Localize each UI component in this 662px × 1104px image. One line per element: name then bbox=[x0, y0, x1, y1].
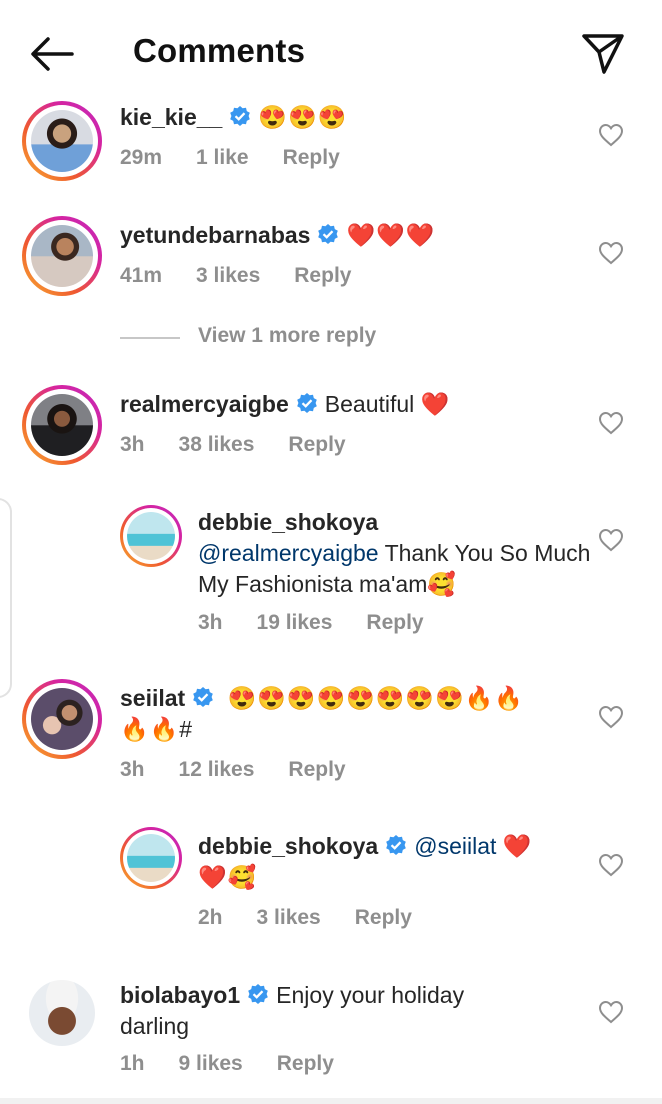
comment-emojis: ❤️ bbox=[502, 833, 532, 859]
reply-button[interactable]: Reply bbox=[288, 433, 345, 456]
comment-likes[interactable]: 12 likes bbox=[179, 758, 255, 781]
heart-icon[interactable] bbox=[598, 241, 624, 265]
avatar[interactable] bbox=[22, 385, 102, 465]
page-title: Comments bbox=[133, 32, 306, 69]
comment-likes[interactable]: 3 likes bbox=[257, 906, 321, 929]
edge-panel-handle[interactable] bbox=[0, 498, 12, 698]
avatar[interactable] bbox=[120, 505, 182, 567]
comment-text-line2: darling bbox=[120, 1013, 190, 1039]
comment-username[interactable]: debbie_shokoya bbox=[198, 833, 378, 859]
comment-text: Beautiful bbox=[324, 391, 415, 417]
heart-icon[interactable] bbox=[598, 123, 624, 147]
comment-time: 2h bbox=[198, 906, 223, 929]
reply-button[interactable]: Reply bbox=[283, 146, 340, 169]
comment-emojis: 😍😍😍😍😍😍😍😍🔥🔥 bbox=[227, 685, 524, 711]
comment-username[interactable]: yetundebarnabas bbox=[120, 222, 310, 248]
verified-badge-icon bbox=[230, 106, 251, 126]
comment-likes[interactable]: 9 likes bbox=[179, 1052, 243, 1075]
comment-username[interactable]: kie_kie__ bbox=[120, 104, 222, 130]
comment-time: 41m bbox=[120, 264, 163, 287]
verified-badge-icon bbox=[386, 835, 407, 855]
avatar[interactable] bbox=[22, 216, 102, 296]
comment-text: Enjoy your holiday bbox=[276, 982, 465, 1008]
bottom-divider bbox=[0, 1098, 662, 1104]
comment-emojis: 😍😍😍 bbox=[258, 104, 348, 130]
comment-emojis: 🥰 bbox=[427, 571, 456, 597]
comment-time: 3h bbox=[120, 758, 145, 781]
header: Comments bbox=[0, 0, 662, 100]
view-more-replies-label[interactable]: View 1 more reply bbox=[198, 324, 376, 348]
avatar[interactable] bbox=[22, 679, 102, 759]
comment-emojis: ❤️❤️❤️ bbox=[346, 222, 436, 248]
comment-time: 3h bbox=[120, 433, 145, 456]
verified-badge-icon bbox=[248, 984, 268, 1004]
comment-likes[interactable]: 19 likes bbox=[257, 611, 333, 634]
comment-username[interactable]: realmercyaigbe bbox=[120, 391, 289, 417]
comment-time: 1h bbox=[120, 1052, 145, 1075]
comment-likes[interactable]: 3 likes bbox=[196, 264, 260, 287]
reply-button[interactable]: Reply bbox=[366, 611, 423, 634]
reply-button[interactable]: Reply bbox=[288, 758, 345, 781]
avatar[interactable] bbox=[120, 827, 182, 889]
divider-line bbox=[120, 337, 180, 339]
mention-link[interactable]: @seiilat bbox=[414, 833, 496, 859]
comment-likes[interactable]: 38 likes bbox=[179, 433, 255, 456]
verified-badge-icon bbox=[193, 687, 214, 707]
comment-username[interactable]: biolabayo1 bbox=[120, 982, 240, 1008]
avatar[interactable] bbox=[22, 101, 102, 181]
verified-badge-icon bbox=[318, 224, 339, 244]
heart-icon[interactable] bbox=[598, 528, 624, 552]
reply-button[interactable]: Reply bbox=[294, 264, 351, 287]
comment-emojis-line2: 🔥🔥# bbox=[120, 716, 194, 742]
reply-button[interactable]: Reply bbox=[277, 1052, 334, 1075]
comment-time: 29m bbox=[120, 146, 163, 169]
arrow-left-icon[interactable] bbox=[28, 34, 76, 74]
heart-icon[interactable] bbox=[598, 1000, 624, 1024]
comment-likes[interactable]: 1 like bbox=[196, 146, 249, 169]
comment-username[interactable]: debbie_shokoya bbox=[198, 509, 378, 535]
heart-icon[interactable] bbox=[598, 705, 624, 729]
comment-emojis-line2: ❤️🥰 bbox=[198, 864, 258, 890]
avatar[interactable] bbox=[29, 980, 95, 1046]
comment-time: 3h bbox=[198, 611, 223, 634]
comment-username[interactable]: seiilat bbox=[120, 685, 185, 711]
heart-icon[interactable] bbox=[598, 411, 624, 435]
comment-emojis: ❤️ bbox=[420, 391, 450, 417]
mention-link[interactable]: @realmercyaigbe bbox=[198, 540, 379, 566]
paper-plane-icon[interactable] bbox=[580, 30, 626, 76]
verified-badge-icon bbox=[296, 393, 317, 413]
reply-button[interactable]: Reply bbox=[355, 906, 412, 929]
heart-icon[interactable] bbox=[598, 853, 624, 877]
